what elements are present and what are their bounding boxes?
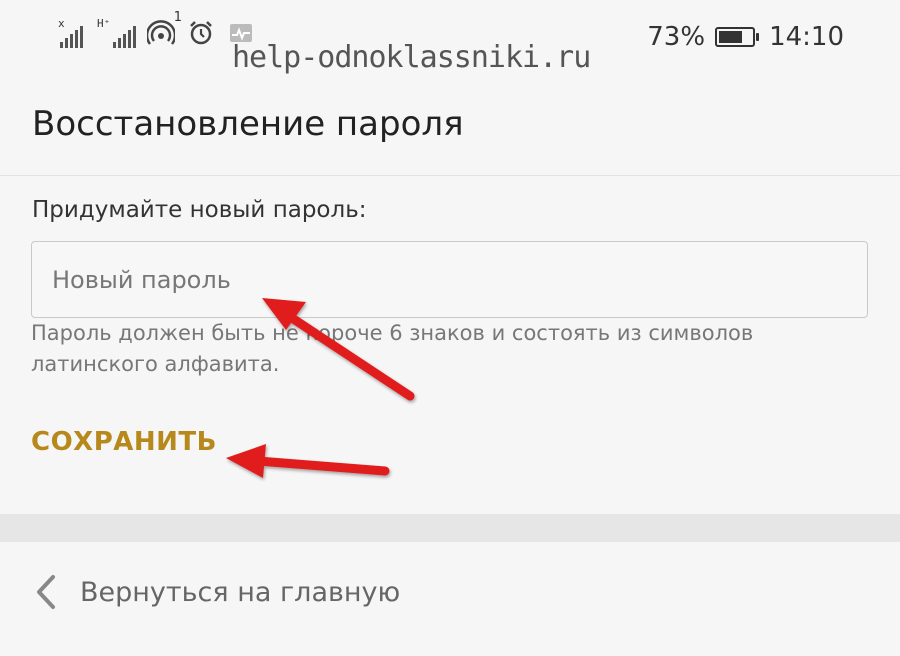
new-password-input[interactable] [31, 241, 868, 318]
chevron-left-icon [26, 574, 66, 610]
notification-count: 1 [173, 10, 182, 25]
signal-icon: x [58, 18, 83, 48]
hotspot-icon: 1 [146, 10, 182, 48]
status-bar: x H⁺ 1 73% 14:10 help-odnoklassniki.ru [0, 0, 900, 80]
signal-icon: H⁺ [97, 18, 136, 48]
battery-percent: 73% [647, 22, 706, 52]
back-to-home-label: Вернуться на главную [80, 576, 401, 608]
clock-time: 14:10 [769, 22, 844, 52]
status-icons-left: x H⁺ 1 [58, 10, 256, 48]
header-divider [0, 175, 900, 176]
section-divider [0, 514, 900, 542]
alarm-clock-icon [186, 18, 216, 48]
status-icons-right: 73% 14:10 [647, 22, 844, 52]
save-button[interactable]: СОХРАНИТЬ [31, 427, 217, 457]
signal-label: x [58, 17, 65, 30]
watermark-text: help-odnoklassniki.ru [232, 40, 591, 75]
back-to-home-link[interactable]: Вернуться на главную [0, 542, 900, 642]
signal-label: H⁺ [97, 17, 111, 30]
new-password-prompt: Придумайте новый пароль: [32, 197, 367, 223]
battery-fill [719, 31, 743, 43]
password-recovery-screen: x H⁺ 1 73% 14:10 help-odnoklassniki.ru В… [0, 0, 900, 656]
battery-icon [715, 27, 760, 47]
password-hint: Пароль должен быть не короче 6 знаков и … [31, 321, 754, 376]
page-title: Восстановление пароля [32, 104, 464, 144]
